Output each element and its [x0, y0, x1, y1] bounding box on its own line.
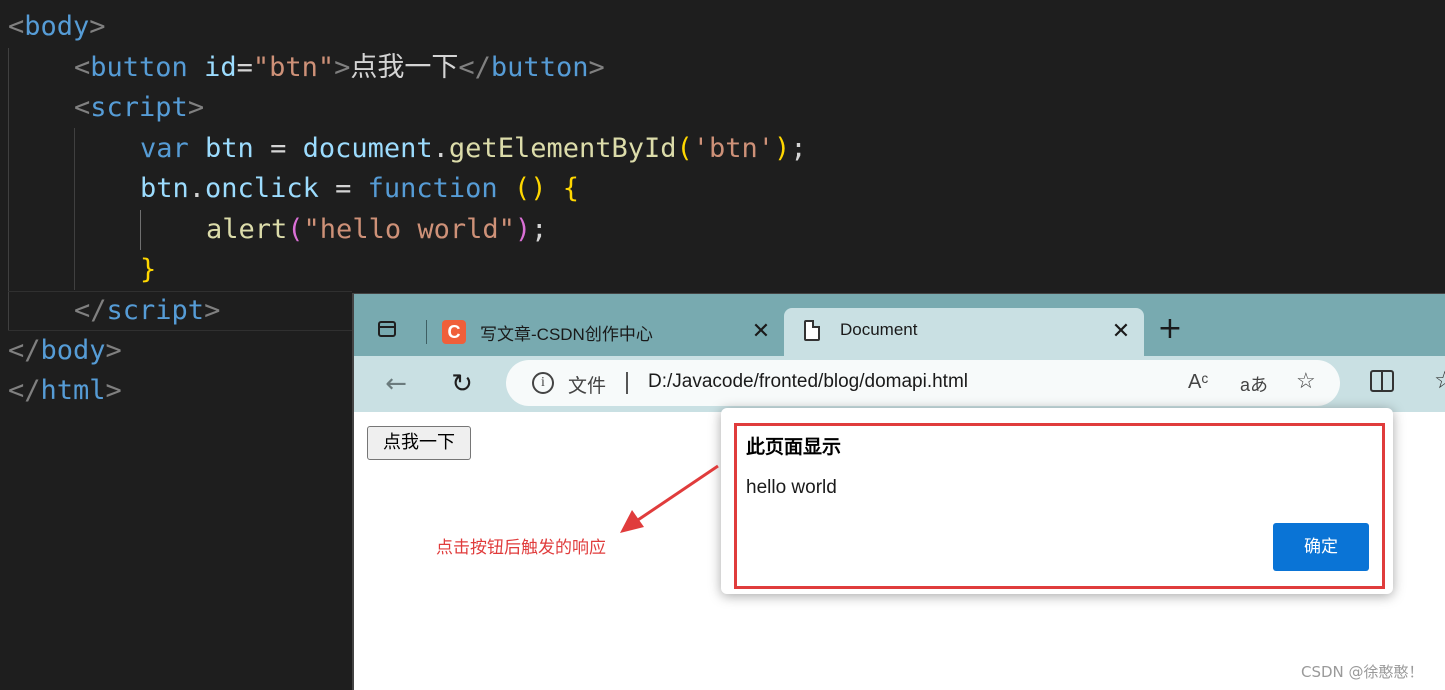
token: ) [514, 214, 532, 245]
token: "hello world" [303, 214, 515, 245]
token: script [106, 295, 205, 326]
token: script [90, 92, 188, 123]
code-line-3[interactable]: <script> [74, 88, 204, 128]
address-bar[interactable]: i 文件 D:/Javacode/fronted/blog/domapi.htm… [506, 360, 1340, 406]
indent-guide-active [140, 210, 141, 250]
token: . [188, 173, 206, 204]
token: > [105, 375, 122, 406]
token: 'btn' [692, 133, 775, 164]
token: . [432, 133, 449, 164]
token: ; [790, 133, 807, 164]
read-aloud-icon[interactable]: Aᶜ [1188, 371, 1208, 394]
tab-bar: C 写文章-CSDN创作中心 ✕ Document ✕ + [354, 294, 1445, 356]
token: = [236, 52, 253, 83]
code-line-2[interactable]: <button id="btn">点我一下</button> [74, 48, 605, 88]
token: > [334, 52, 351, 83]
code-line-10[interactable]: </html> [8, 371, 122, 411]
file-label: 文件 [568, 376, 607, 397]
code-line-7[interactable]: } [140, 250, 156, 290]
document-icon [804, 320, 820, 341]
dialog-title: 此页面显示 [746, 436, 842, 458]
token: 点我一下 [350, 52, 459, 83]
annotation-text: 点击按钮后触发的响应 [436, 538, 606, 558]
token: alert [206, 214, 288, 245]
tab-title: 写文章-CSDN创作中心 [480, 325, 653, 344]
token: </ [74, 295, 107, 326]
refresh-icon[interactable]: ↻ [444, 366, 480, 402]
token: () [513, 173, 547, 204]
add-favorite-icon[interactable]: ☆ [1296, 368, 1316, 394]
code-line-8[interactable]: </script> [74, 291, 220, 331]
token: = [318, 173, 368, 204]
new-tab-icon[interactable]: + [1154, 314, 1186, 346]
token: } [140, 254, 157, 285]
tab-csdn[interactable]: C 写文章-CSDN创作中心 ✕ [434, 308, 782, 356]
watermark: CSDN @徐憨憨！ [1301, 663, 1424, 681]
token: body [24, 11, 90, 42]
token: var [140, 133, 189, 164]
token: > [588, 52, 605, 83]
click-me-button[interactable]: 点我一下 [367, 426, 471, 460]
token: = [253, 133, 303, 164]
token: html [40, 375, 106, 406]
token: </ [8, 375, 41, 406]
code-line-6[interactable]: alert("hello world"); [206, 210, 547, 250]
token: ; [531, 214, 548, 245]
token: function [367, 173, 498, 204]
token: body [40, 335, 106, 366]
dialog-message: hello world [746, 477, 837, 498]
tab-title: Document [840, 320, 918, 339]
tab-document[interactable]: Document ✕ [784, 308, 1144, 356]
token: ) [774, 133, 791, 164]
split-screen-icon[interactable] [1370, 370, 1394, 392]
token: onclick [205, 173, 319, 204]
token: </ [458, 52, 491, 83]
indent-guide [74, 128, 75, 290]
token: > [187, 92, 205, 123]
info-icon[interactable]: i [532, 372, 554, 394]
token: button [90, 52, 188, 83]
close-icon[interactable]: ✕ [746, 316, 776, 346]
token: ( [676, 133, 693, 164]
close-icon[interactable]: ✕ [1106, 316, 1136, 346]
code-line-9[interactable]: </body> [8, 331, 122, 371]
token: < [8, 11, 25, 42]
code-line-4[interactable]: var btn = document.getElementById('btn')… [140, 129, 807, 169]
token: </ [8, 335, 41, 366]
browser-toolbar: ← ↻ i 文件 D:/Javacode/fronted/blog/domapi… [354, 356, 1445, 412]
url-text[interactable]: D:/Javacode/fronted/blog/domapi.html [648, 371, 968, 393]
token: > [89, 11, 106, 42]
address-separator [626, 372, 628, 394]
token: document [302, 133, 433, 164]
token: btn [140, 173, 189, 204]
tab-actions-button[interactable] [364, 310, 416, 352]
token: { [562, 173, 579, 204]
csdn-icon: C [442, 320, 466, 344]
token: > [204, 295, 221, 326]
token: "btn" [252, 52, 335, 83]
tab-separator [426, 320, 427, 344]
token: < [74, 92, 91, 123]
code-line-5[interactable]: btn.onclick = function () { [140, 169, 579, 209]
token: getElementById [448, 133, 677, 164]
favorites-icon[interactable]: ☆ [1434, 366, 1445, 394]
code-line-1[interactable]: <body> [8, 7, 106, 47]
back-icon[interactable]: ← [378, 366, 414, 402]
indent-guide [8, 48, 9, 330]
token: btn [205, 133, 254, 164]
token: id [204, 52, 237, 83]
tab-actions-icon [378, 321, 396, 337]
ok-button[interactable]: 确定 [1273, 523, 1369, 571]
token: button [490, 52, 589, 83]
token: > [105, 335, 122, 366]
token: < [74, 52, 91, 83]
token: ( [287, 214, 304, 245]
translate-icon[interactable]: aあ [1240, 371, 1268, 397]
